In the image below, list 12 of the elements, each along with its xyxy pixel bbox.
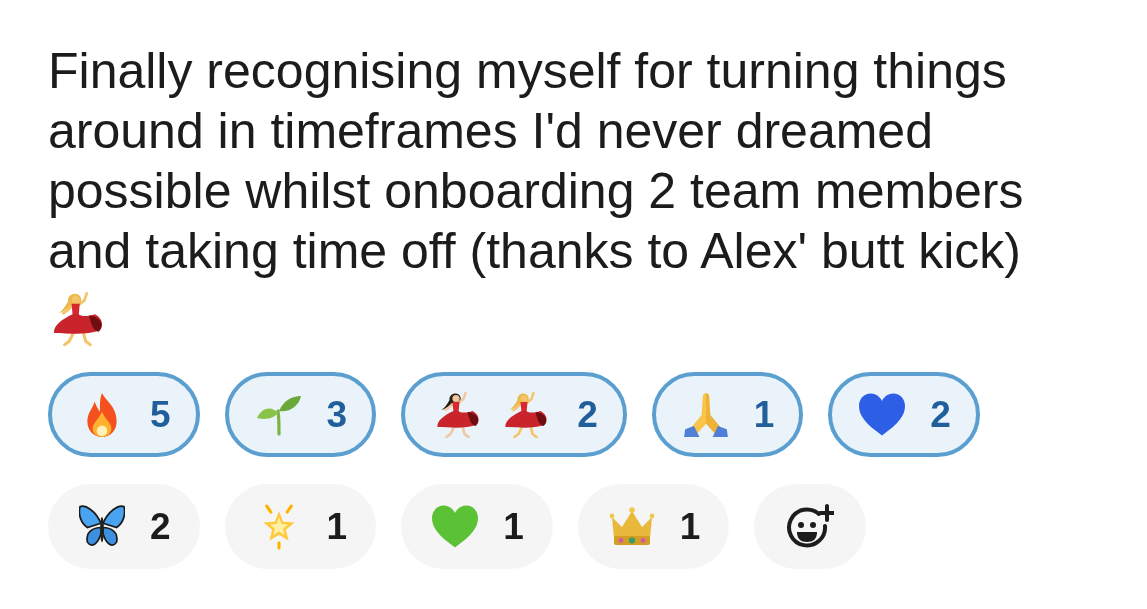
message-text: Finally recognising myself for turning things around in timeframes I'd never dreamed possible whilst onboarding 2 team members and taking time off (thanks to Alex' butt kick) <box>48 42 1025 281</box>
reaction-button[interactable]: 1 <box>651 372 804 457</box>
reaction-button[interactable]: 1 <box>577 484 730 569</box>
reaction-button[interactable]: 1 <box>401 484 553 569</box>
add-emoji-icon <box>786 503 835 550</box>
reaction-button[interactable]: 3 <box>224 372 377 457</box>
reaction-button[interactable]: 2 <box>401 372 627 457</box>
reaction-button[interactable]: 1 <box>224 484 377 569</box>
reaction-button[interactable]: 2 <box>48 484 200 569</box>
reaction-button[interactable]: 2 <box>828 372 980 457</box>
reaction-button[interactable]: 5 <box>48 372 200 457</box>
praying-hands-icon <box>682 391 729 438</box>
